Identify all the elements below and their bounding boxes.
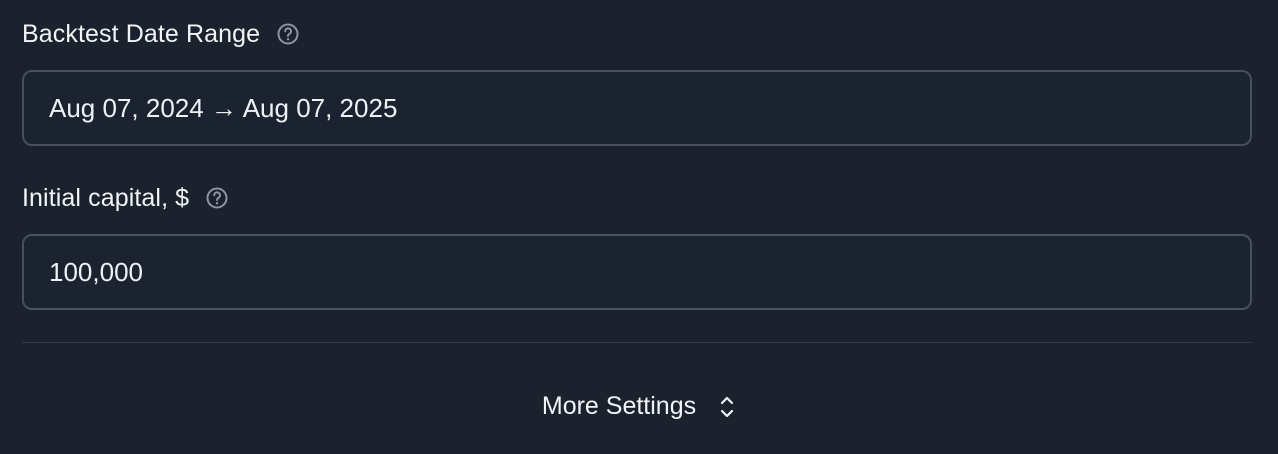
initial-capital-label-row: Initial capital, $ bbox=[22, 183, 229, 212]
initial-capital-value: 100,000 bbox=[49, 256, 143, 287]
chevron-up-down-icon bbox=[718, 394, 736, 420]
date-range-field[interactable]: Aug 07, 2024 → Aug 07, 2025 bbox=[22, 70, 1252, 146]
question-circle-icon bbox=[277, 23, 299, 45]
initial-capital-label: Initial capital, $ bbox=[22, 183, 190, 212]
initial-capital-field[interactable]: 100,000 bbox=[22, 234, 1252, 310]
question-circle-icon bbox=[206, 187, 228, 209]
date-range-value: Aug 07, 2024 → Aug 07, 2025 bbox=[49, 92, 398, 123]
date-range-label-row: Backtest Date Range bbox=[22, 19, 300, 48]
more-settings-label: More Settings bbox=[541, 392, 697, 420]
date-range-help-icon[interactable] bbox=[276, 22, 300, 46]
initial-capital-help-icon[interactable] bbox=[205, 186, 229, 210]
date-range-label: Backtest Date Range bbox=[22, 19, 261, 48]
section-divider bbox=[22, 342, 1252, 343]
more-settings-button[interactable]: More Settings bbox=[0, 392, 1278, 421]
